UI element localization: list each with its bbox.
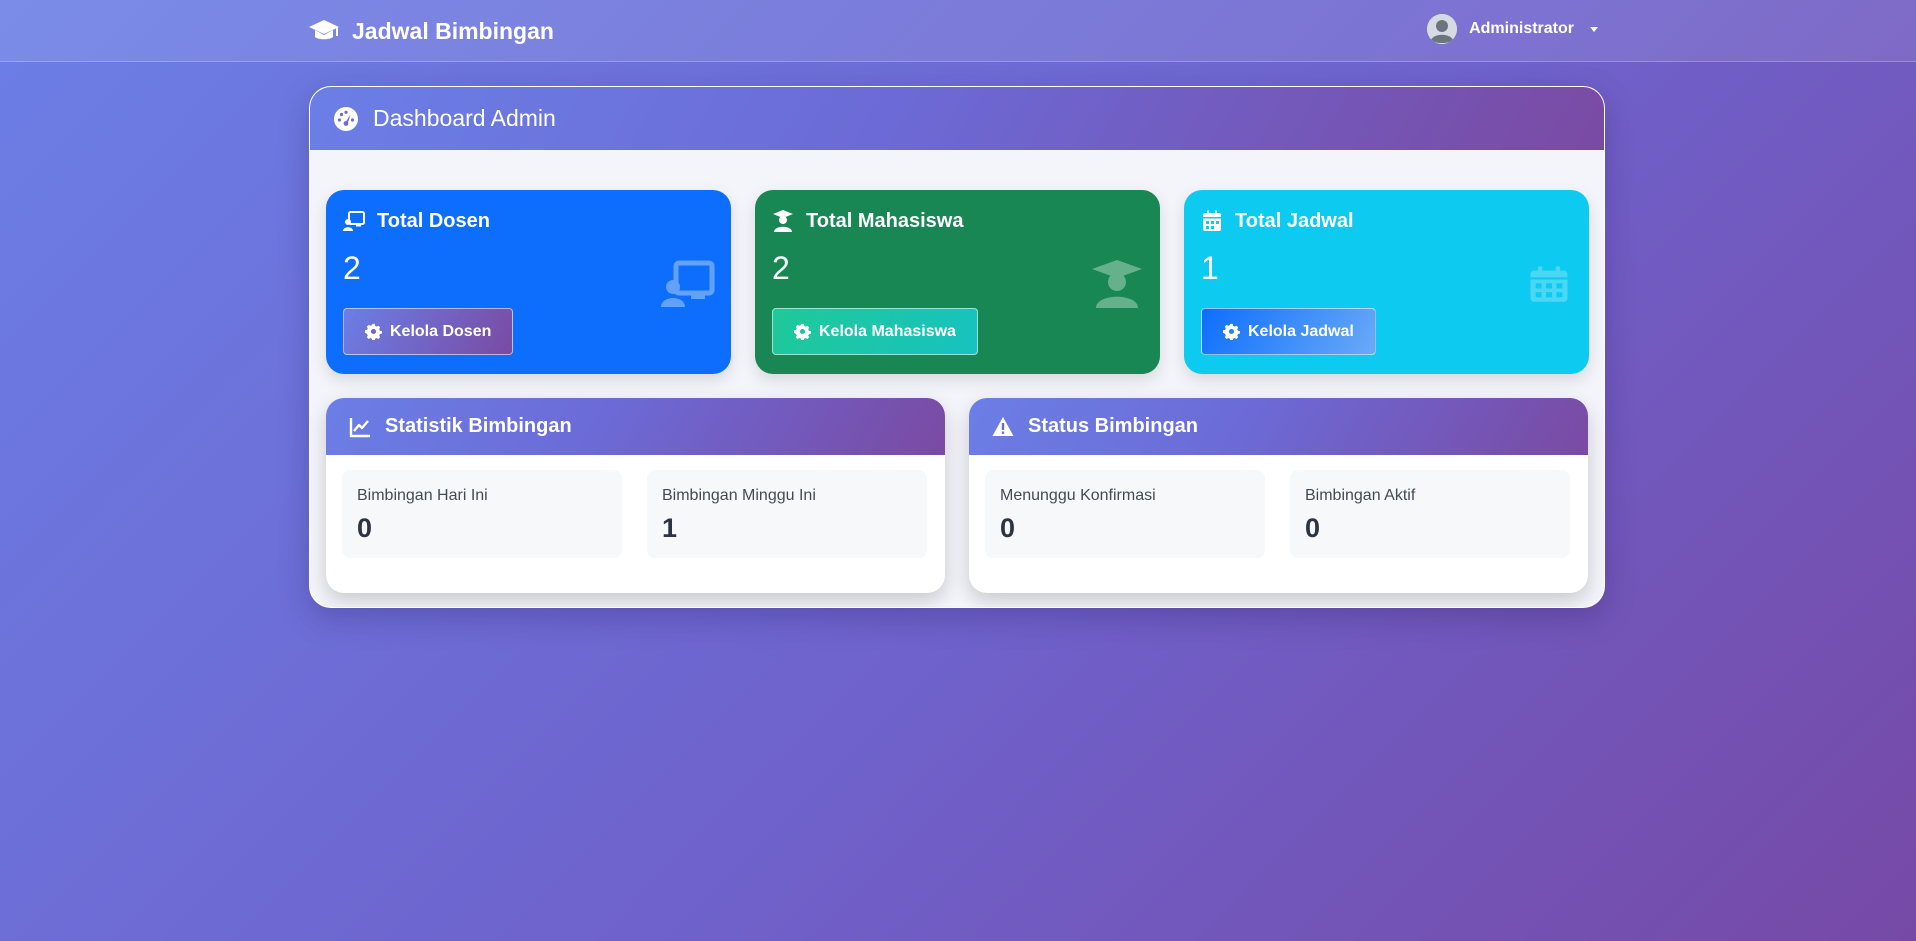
calendar-icon [1530, 266, 1568, 302]
chalkboard-teacher-icon [343, 211, 365, 231]
brand-title: Jadwal Bimbingan [352, 17, 554, 44]
graduation-cap-icon [309, 20, 339, 40]
metric-label: Bimbingan Aktif [1305, 487, 1416, 504]
metric-minggu-ini: Bimbingan Minggu Ini 1 [647, 470, 927, 558]
status-header: Status Bimbingan [969, 398, 1588, 455]
user-menu[interactable]: Administrator [1427, 14, 1598, 44]
calendar-icon [1203, 210, 1221, 231]
stat-value: 2 [343, 250, 361, 286]
stat-title-row: Total Dosen [343, 208, 714, 234]
stat-card-mahasiswa: Total Mahasiswa 2 Kelola Mahasiswa [755, 190, 1160, 374]
metric-label: Menunggu Konfirmasi [1000, 487, 1156, 504]
metric-label: Bimbingan Hari Ini [357, 487, 488, 504]
warning-icon [992, 416, 1014, 436]
gear-icon [1223, 323, 1240, 340]
metric-menunggu-konfirmasi: Menunggu Konfirmasi 0 [985, 470, 1265, 558]
gear-icon [794, 323, 811, 340]
kelola-jadwal-button[interactable]: Kelola Jadwal [1201, 308, 1376, 355]
stat-title: Total Dosen [377, 209, 490, 232]
stat-title: Total Jadwal [1235, 209, 1354, 232]
chalkboard-teacher-icon [661, 260, 715, 307]
user-avatar-icon [1427, 14, 1458, 44]
stat-value: 2 [772, 250, 790, 286]
button-label: Kelola Dosen [390, 322, 492, 340]
metric-value: 0 [1305, 513, 1321, 543]
metric-hari-ini: Bimbingan Hari Ini 0 [342, 470, 622, 558]
button-label: Kelola Jadwal [1248, 322, 1354, 340]
navbar: Jadwal Bimbingan Administrator [0, 0, 1916, 62]
brand-link[interactable]: Jadwal Bimbingan [308, 16, 554, 46]
metric-value: 0 [1000, 513, 1016, 543]
status-card: Status Bimbingan Menunggu Konfirmasi 0 B… [969, 398, 1588, 593]
chevron-down-icon [1590, 26, 1598, 32]
user-name: Administrator [1469, 20, 1574, 37]
user-graduate-icon [1092, 260, 1142, 308]
statistik-header: Statistik Bimbingan [326, 398, 945, 455]
stat-card-jadwal: Total Jadwal 1 Kelola Jadwal [1184, 190, 1589, 374]
metric-value: 0 [357, 513, 373, 543]
statistik-card: Statistik Bimbingan Bimbingan Hari Ini 0… [326, 398, 945, 593]
card-title: Status Bimbingan [1028, 415, 1199, 437]
kelola-dosen-button[interactable]: Kelola Dosen [343, 308, 514, 355]
chart-line-icon [349, 417, 370, 437]
kelola-mahasiswa-button[interactable]: Kelola Mahasiswa [772, 308, 978, 355]
tachometer-icon [334, 106, 358, 131]
stat-card-dosen: Total Dosen 2 Kelola Dosen [326, 190, 731, 374]
stat-title: Total Mahasiswa [806, 209, 964, 232]
dashboard-header: Dashboard Admin [310, 87, 1604, 150]
metric-bimbingan-aktif: Bimbingan Aktif 0 [1290, 470, 1570, 558]
avatar [1427, 14, 1458, 44]
page-title: Dashboard Admin [373, 105, 556, 131]
stat-title-row: Total Mahasiswa [772, 208, 1143, 234]
gear-icon [365, 323, 382, 340]
user-graduate-icon [773, 210, 793, 232]
button-label: Kelola Mahasiswa [819, 322, 956, 340]
stat-title-row: Total Jadwal [1201, 208, 1572, 234]
card-title: Statistik Bimbingan [385, 415, 572, 437]
metric-value: 1 [662, 513, 678, 543]
stat-value: 1 [1201, 250, 1219, 286]
metric-label: Bimbingan Minggu Ini [662, 487, 816, 504]
dashboard-panel: Dashboard Admin Total Dosen 2 Kelola Dos… [309, 86, 1605, 608]
